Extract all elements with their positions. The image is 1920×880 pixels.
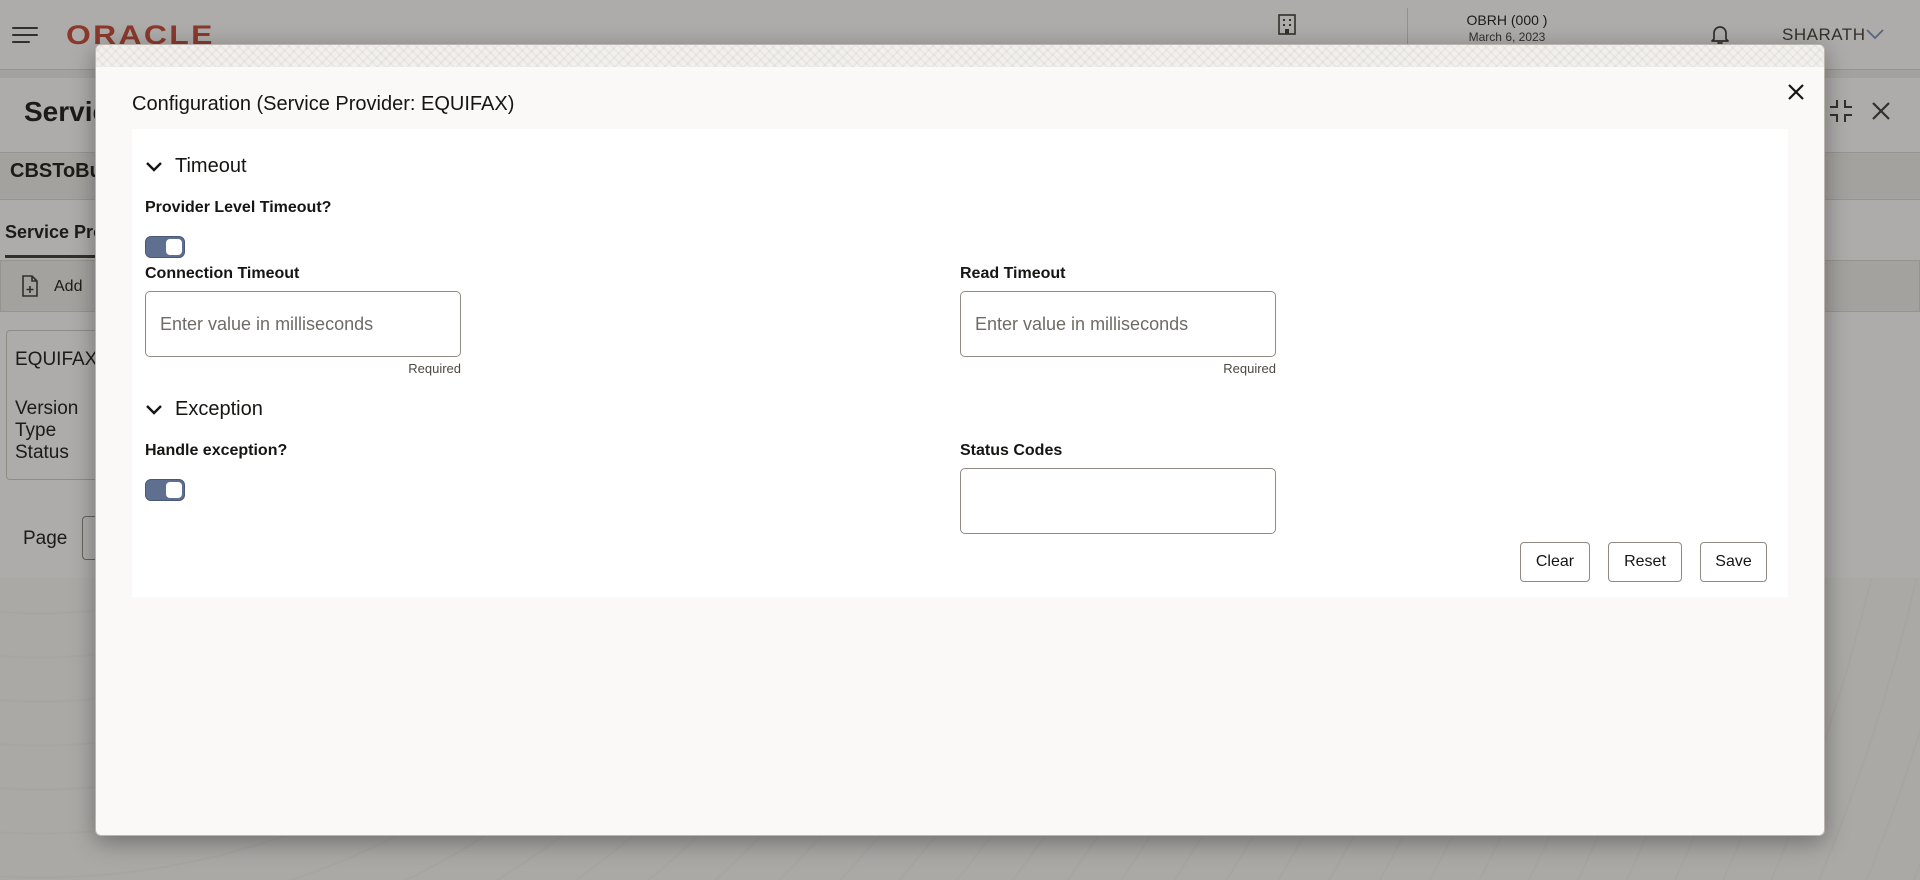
provider-level-timeout-toggle[interactable]	[145, 236, 185, 258]
close-icon	[1788, 84, 1804, 100]
dialog-header-texture	[96, 45, 1824, 67]
section-timeout-header[interactable]: Timeout	[145, 155, 247, 178]
configuration-dialog: Configuration (Service Provider: EQUIFAX…	[95, 44, 1825, 836]
toggle-knob	[166, 239, 182, 255]
connection-timeout-label: Connection Timeout	[145, 265, 300, 282]
handle-exception-toggle[interactable]	[145, 479, 185, 501]
section-exception-title: Exception	[175, 398, 263, 420]
reset-button[interactable]: Reset	[1608, 542, 1682, 582]
chevron-down-icon	[146, 404, 162, 415]
chevron-down-icon	[146, 161, 162, 172]
read-timeout-label: Read Timeout	[960, 265, 1066, 282]
dialog-title: Configuration (Service Provider: EQUIFAX…	[132, 93, 515, 115]
status-codes-label: Status Codes	[960, 442, 1063, 459]
connection-timeout-required: Required	[408, 361, 461, 376]
provider-level-timeout-label: Provider Level Timeout?	[145, 199, 332, 216]
clear-button[interactable]: Clear	[1520, 542, 1590, 582]
connection-timeout-input[interactable]	[145, 291, 461, 357]
status-codes-input[interactable]	[960, 468, 1276, 534]
read-timeout-input[interactable]	[960, 291, 1276, 357]
save-button[interactable]: Save	[1700, 542, 1767, 582]
section-timeout-title: Timeout	[175, 155, 247, 177]
section-exception-header[interactable]: Exception	[145, 398, 263, 421]
toggle-knob	[166, 482, 182, 498]
read-timeout-required: Required	[1223, 361, 1276, 376]
handle-exception-label: Handle exception?	[145, 442, 288, 459]
dialog-body: Timeout Provider Level Timeout? Connecti…	[132, 129, 1788, 597]
dialog-close-button[interactable]	[1781, 77, 1811, 107]
